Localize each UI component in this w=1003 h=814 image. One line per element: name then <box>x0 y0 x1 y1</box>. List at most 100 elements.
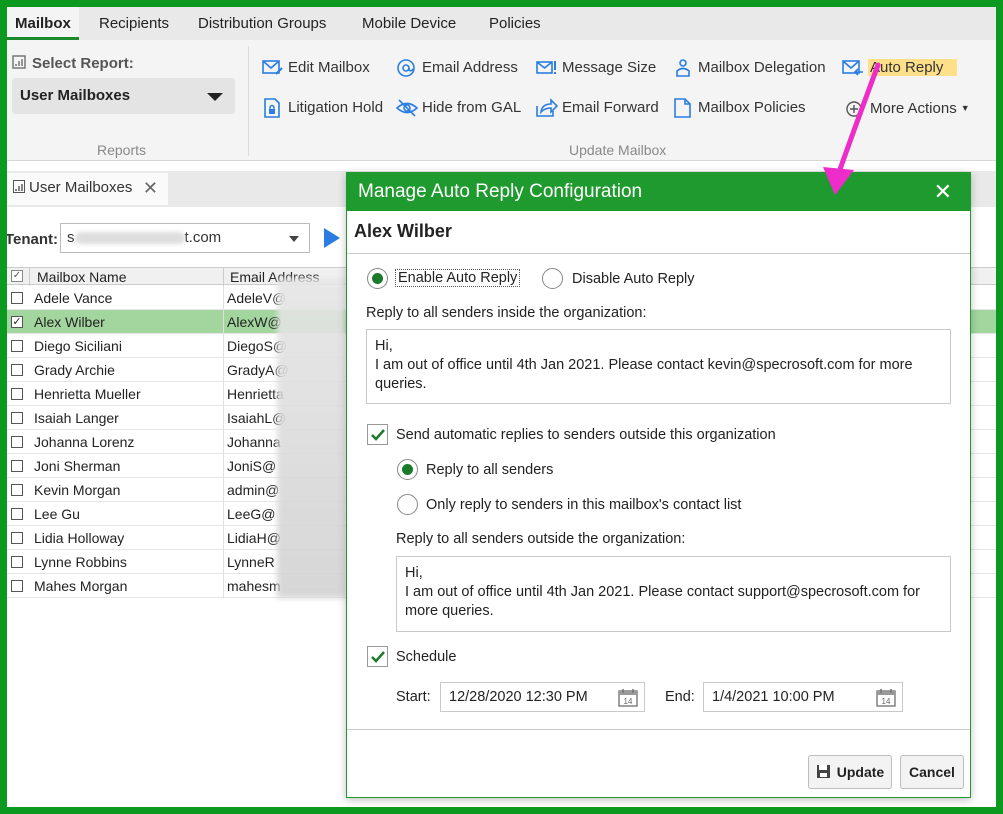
outside-message-line: Hi, <box>405 565 423 581</box>
grid-column-divider <box>223 382 224 406</box>
inside-org-label: Reply to all senders inside the organiza… <box>366 305 647 321</box>
row-checkbox[interactable] <box>11 364 23 376</box>
row-checkbox[interactable] <box>11 580 23 592</box>
end-datetime-picker[interactable]: 1/4/2021 10:00 PM 14 <box>703 682 903 712</box>
row-checkbox[interactable] <box>11 412 23 424</box>
auto-reply-button[interactable]: Auto Reply <box>842 56 958 80</box>
inside-message-line: Hi, <box>375 338 393 354</box>
litigation-hold-icon <box>262 98 284 118</box>
mailbox-name-cell: Henrietta Mueller <box>34 386 141 402</box>
schedule-checkbox[interactable] <box>367 646 388 667</box>
svg-text:14: 14 <box>882 697 891 706</box>
row-checkbox[interactable] <box>11 388 23 400</box>
calendar-icon[interactable]: 14 <box>876 688 896 707</box>
auto-reply-icon <box>842 58 864 78</box>
mailbox-policies-label: Mailbox Policies <box>698 99 806 116</box>
email-address-cell: LeeG@ <box>227 506 276 522</box>
tab-mailbox[interactable]: Mailbox <box>7 7 79 40</box>
email-address-cell: admin@ <box>227 482 280 498</box>
grid-column-divider <box>223 478 224 502</box>
close-icon[interactable]: ✕ <box>934 173 952 211</box>
litigation-hold-button[interactable]: Litigation Hold <box>262 96 383 120</box>
more-actions-caret-icon: ▼ <box>960 103 970 113</box>
send-outside-label[interactable]: Send automatic replies to senders outsid… <box>396 427 776 443</box>
save-icon <box>816 758 831 778</box>
update-button-label: Update <box>836 764 885 780</box>
calendar-icon[interactable]: 14 <box>618 688 638 707</box>
row-checkbox[interactable] <box>11 532 23 544</box>
edit-mailbox-label: Edit Mailbox <box>288 59 370 76</box>
auto-reply-label: Auto Reply <box>868 59 958 76</box>
cancel-button[interactable]: Cancel <box>900 755 964 789</box>
row-checkbox[interactable] <box>11 292 23 304</box>
select-all-checkbox[interactable]: ✓ <box>11 270 23 282</box>
tenant-select[interactable]: s t.com <box>60 223 310 253</box>
run-report-play-icon[interactable] <box>324 228 340 248</box>
select-report-icon <box>12 55 26 69</box>
update-button[interactable]: Update <box>808 755 892 789</box>
send-outside-checkbox[interactable] <box>367 424 388 445</box>
select-report-label: Select Report: <box>32 55 134 72</box>
edit-mailbox-button[interactable]: Edit Mailbox <box>262 56 370 80</box>
schedule-label[interactable]: Schedule <box>396 649 456 665</box>
mailbox-name-cell: Grady Archie <box>34 362 115 378</box>
row-checkbox[interactable] <box>11 340 23 352</box>
row-checkbox[interactable] <box>11 484 23 496</box>
start-label: Start: <box>396 689 431 705</box>
reply-contacts-only-radio[interactable] <box>397 494 418 515</box>
start-datetime-picker[interactable]: 12/28/2020 12:30 PM 14 <box>440 682 645 712</box>
message-size-button[interactable]: Message Size <box>536 56 656 80</box>
more-actions-label: More Actions <box>870 100 957 117</box>
column-header-mailbox-name[interactable]: Mailbox Name <box>37 269 126 285</box>
tab-distribution-groups[interactable]: Distribution Groups <box>198 7 326 40</box>
mailbox-name-cell: Alex Wilber <box>34 314 105 330</box>
reply-all-senders-label[interactable]: Reply to all senders <box>426 462 553 478</box>
end-label: End: <box>665 689 695 705</box>
disable-auto-reply-radio[interactable] <box>542 268 563 289</box>
more-actions-button[interactable]: More Actions ▼ <box>844 96 970 120</box>
mailbox-delegation-icon <box>672 58 694 78</box>
email-forward-icon <box>536 98 558 118</box>
hide-from-gal-button[interactable]: Hide from GAL <box>396 96 521 120</box>
enable-auto-reply-label[interactable]: Enable Auto Reply <box>395 269 521 287</box>
row-checkbox[interactable] <box>11 508 23 520</box>
checkmark-icon <box>371 429 385 441</box>
email-address-button[interactable]: Email Address <box>396 56 518 80</box>
tab-mobile-device[interactable]: Mobile Device <box>362 7 456 40</box>
report-dropdown[interactable]: User Mailboxes <box>12 78 235 114</box>
email-forward-label: Email Forward <box>562 99 659 116</box>
dialog-user-name: Alex Wilber <box>354 221 452 241</box>
close-icon[interactable]: ✕ <box>143 173 158 203</box>
disable-auto-reply-label[interactable]: Disable Auto Reply <box>572 271 695 287</box>
row-checkbox[interactable] <box>11 460 23 472</box>
ribbon-separator <box>248 46 249 156</box>
row-checkbox[interactable] <box>11 556 23 568</box>
email-address-cell: LidiaH@ <box>227 530 281 546</box>
email-address-cell: LynneR <box>227 554 275 570</box>
message-size-icon <box>536 58 558 78</box>
grid-column-divider <box>223 310 224 334</box>
mailbox-name-cell: Lynne Robbins <box>34 554 127 570</box>
inside-message-line: I am out of office until 4th Jan 2021. P… <box>375 357 913 392</box>
reply-all-senders-radio[interactable] <box>397 459 418 480</box>
tab-policies[interactable]: Policies <box>489 7 541 40</box>
reply-contacts-only-label[interactable]: Only reply to senders in this mailbox's … <box>426 497 741 513</box>
outside-org-message-textarea[interactable]: Hi, I am out of office until 4th Jan 202… <box>396 556 951 632</box>
dialog-title: Manage Auto Reply Configuration <box>358 181 643 202</box>
grid-column-divider <box>223 574 224 598</box>
grid-column-divider <box>223 430 224 454</box>
mailbox-name-cell: Johanna Lorenz <box>34 434 135 450</box>
tab-recipients[interactable]: Recipients <box>99 7 169 40</box>
email-forward-button[interactable]: Email Forward <box>536 96 659 120</box>
row-checkbox[interactable]: ✓ <box>11 316 23 328</box>
inside-org-message-textarea[interactable]: Hi, I am out of office until 4th Jan 202… <box>366 329 951 404</box>
row-checkbox[interactable] <box>11 436 23 448</box>
mailbox-delegation-button[interactable]: Mailbox Delegation <box>672 56 826 80</box>
mailbox-policies-button[interactable]: Mailbox Policies <box>672 96 806 120</box>
grid-column-divider <box>223 550 224 574</box>
email-address-cell: Johanna <box>227 434 281 450</box>
enable-auto-reply-radio[interactable] <box>367 268 388 289</box>
select-report-title: Select Report: <box>12 55 134 72</box>
report-tab-user-mailboxes[interactable]: User Mailboxes ✕ <box>7 173 168 205</box>
redacted-email-column <box>277 278 347 598</box>
